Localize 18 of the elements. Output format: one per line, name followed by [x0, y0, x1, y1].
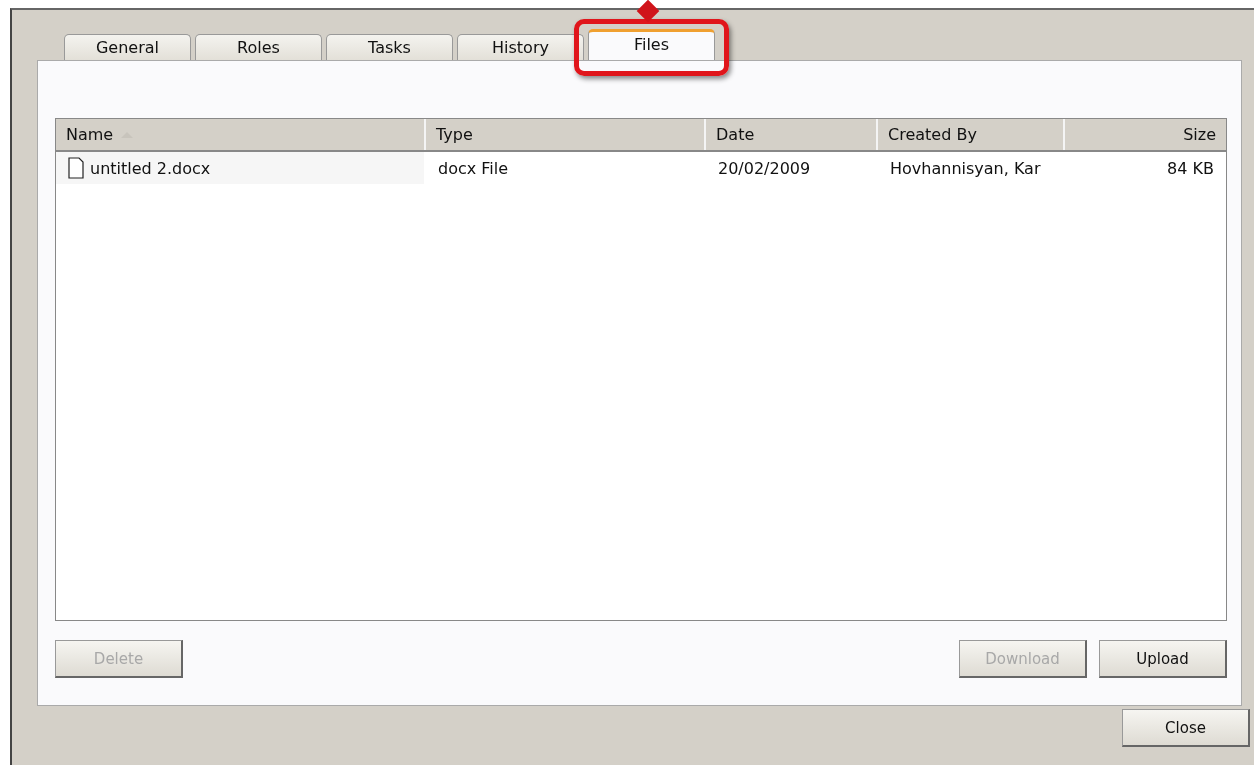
column-header[interactable]: Name [56, 119, 426, 150]
table-cell: 20/02/2009 [718, 158, 811, 178]
tab[interactable]: Files [588, 29, 715, 60]
column-header[interactable]: Type [426, 119, 706, 150]
close-button[interactable]: Close [1122, 709, 1250, 747]
table-cell: Hovhannisyan, Kar [890, 158, 1041, 178]
tab[interactable]: History [457, 34, 584, 60]
tab[interactable]: Roles [195, 34, 322, 60]
column-header[interactable]: Size [1065, 119, 1226, 150]
tab[interactable]: General [64, 34, 191, 60]
file-icon [68, 157, 84, 179]
tab[interactable]: Tasks [326, 34, 453, 60]
table-cell: 84 KB [1167, 158, 1214, 178]
button[interactable]: Upload [1099, 640, 1227, 678]
column-header[interactable]: Created By [878, 119, 1065, 150]
table-cell: docx File [438, 158, 509, 178]
column-header[interactable]: Date [706, 119, 878, 150]
table-cell: untitled 2.docx [90, 158, 211, 178]
